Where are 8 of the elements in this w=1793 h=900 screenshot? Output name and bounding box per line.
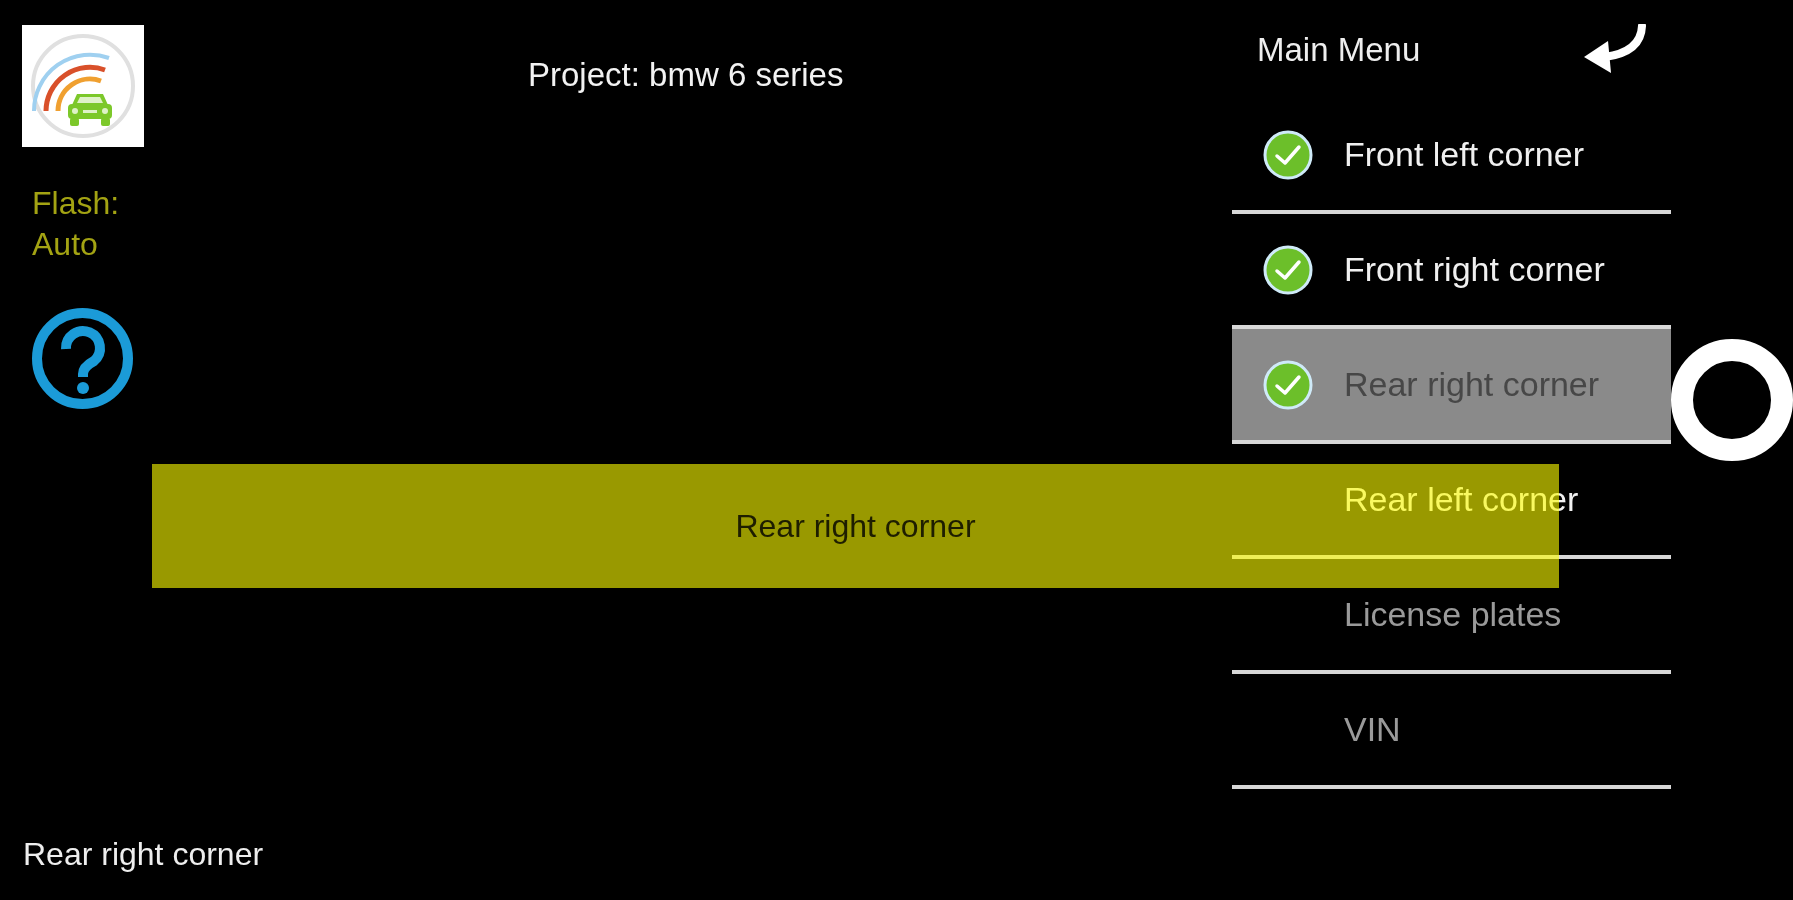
back-arrow-icon[interactable] xyxy=(1583,24,1647,75)
help-icon[interactable] xyxy=(32,308,133,409)
menu-title: Main Menu xyxy=(1257,29,1421,70)
status-caption: Rear right corner xyxy=(22,835,265,874)
car-logo-icon xyxy=(22,25,144,147)
flash-mode-label[interactable]: Flash: Auto xyxy=(32,183,144,265)
project-title: Project: bmw 6 series xyxy=(528,55,845,95)
menu-item[interactable]: Front left corner xyxy=(1232,99,1671,214)
